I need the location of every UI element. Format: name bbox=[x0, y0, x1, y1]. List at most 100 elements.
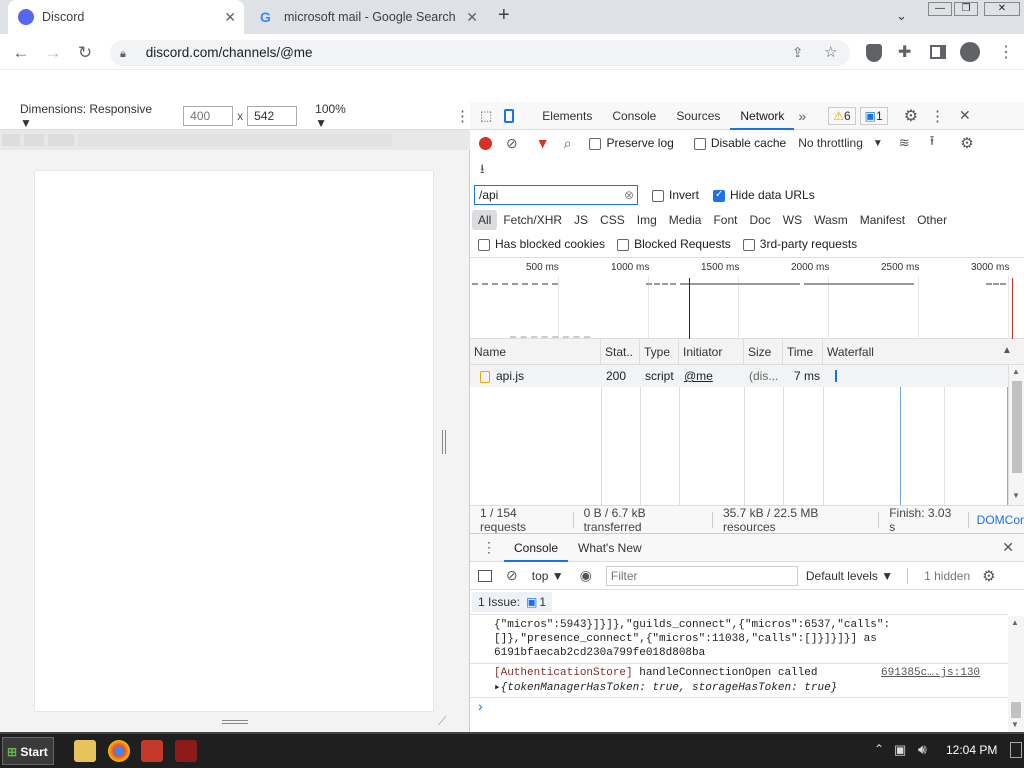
side-panel-icon[interactable] bbox=[930, 45, 946, 59]
network-icon[interactable]: ▣ bbox=[894, 742, 906, 758]
search-icon[interactable]: ⌕ bbox=[564, 135, 572, 152]
minimize-button[interactable]: — bbox=[928, 2, 952, 16]
restore-button[interactable]: ❐ bbox=[954, 2, 978, 16]
zoom-select[interactable]: 100% ▼ bbox=[315, 102, 361, 130]
drawer-tab-whats-new[interactable]: What's New bbox=[568, 534, 652, 562]
tab-discord[interactable]: Discord ✕ bbox=[8, 0, 244, 34]
profile-avatar-icon[interactable] bbox=[960, 42, 980, 62]
device-toolbar-icon[interactable] bbox=[504, 108, 515, 123]
drawer-menu-icon[interactable]: ⋮ bbox=[482, 539, 496, 556]
dimensions-select[interactable]: Dimensions: Responsive ▼ bbox=[20, 102, 167, 130]
tab-network[interactable]: Network bbox=[730, 102, 795, 130]
throttling-select[interactable]: No throttling bbox=[798, 136, 863, 150]
filter-media[interactable]: Media bbox=[663, 210, 708, 230]
tab-console[interactable]: Console bbox=[602, 102, 666, 130]
issues-button[interactable]: 1 Issue: ▣ 1 bbox=[472, 592, 553, 612]
inspect-element-icon[interactable]: ⬚ bbox=[480, 108, 492, 124]
bookmark-star-icon[interactable]: ☆ bbox=[824, 40, 837, 66]
filter-doc[interactable]: Doc bbox=[743, 210, 776, 230]
warnings-badge[interactable]: ⚠6 bbox=[828, 106, 856, 125]
filter-manifest[interactable]: Manifest bbox=[854, 210, 911, 230]
resize-handle-right[interactable] bbox=[442, 430, 446, 454]
record-icon[interactable] bbox=[479, 136, 492, 150]
sort-up-icon[interactable]: ▲ bbox=[1002, 345, 1012, 356]
messages-badge[interactable]: ▣1 bbox=[859, 106, 888, 125]
file-explorer-icon[interactable] bbox=[74, 740, 96, 762]
close-icon[interactable]: ✕ bbox=[224, 9, 236, 26]
emulation-more-icon[interactable]: ⋮ bbox=[455, 107, 470, 125]
width-input[interactable] bbox=[183, 105, 234, 126]
invert-checkbox[interactable]: Invert bbox=[652, 188, 699, 202]
tab-elements[interactable]: Elements bbox=[532, 102, 602, 130]
back-icon[interactable]: ← bbox=[8, 40, 34, 66]
more-tabs-icon[interactable]: » bbox=[798, 108, 806, 124]
clear-console-icon[interactable]: ⊘ bbox=[506, 567, 518, 584]
menu-kebab-icon[interactable]: ⋮ bbox=[998, 42, 1014, 62]
network-settings-icon[interactable]: ⚙ bbox=[960, 134, 973, 152]
settings-gear-icon[interactable]: ⚙ bbox=[904, 106, 918, 126]
preserve-log-checkbox[interactable]: Preserve log bbox=[589, 136, 674, 150]
hide-data-urls-checkbox[interactable]: Hide data URLs bbox=[713, 188, 815, 202]
show-hidden-icons-icon[interactable]: ⌃ bbox=[874, 742, 884, 756]
col-status[interactable]: Stat.. bbox=[601, 339, 640, 365]
console-scrollbar[interactable]: ▲ ▼ bbox=[1008, 616, 1024, 732]
context-select[interactable]: top ▼ bbox=[532, 569, 564, 583]
filter-fetch-xhr[interactable]: Fetch/XHR bbox=[497, 210, 568, 230]
volume-icon[interactable]: 🔊︎ bbox=[918, 741, 927, 758]
filter-img[interactable]: Img bbox=[631, 210, 663, 230]
console-settings-icon[interactable]: ⚙ bbox=[982, 567, 995, 585]
filter-wasm[interactable]: Wasm bbox=[808, 210, 854, 230]
drawer-close-icon[interactable]: ✕ bbox=[1002, 539, 1014, 556]
filter-font[interactable]: Font bbox=[707, 210, 743, 230]
resize-corner-icon[interactable]: ⟋ bbox=[438, 714, 446, 729]
devtools-close-icon[interactable]: ✕ bbox=[959, 107, 971, 124]
ublock-icon[interactable] bbox=[866, 44, 882, 62]
app-icon[interactable] bbox=[175, 740, 197, 762]
request-name[interactable]: api.js bbox=[476, 365, 524, 387]
chrome-icon[interactable] bbox=[108, 740, 130, 762]
chevron-down-icon[interactable]: ▼ bbox=[873, 138, 883, 149]
new-tab-button[interactable]: + bbox=[498, 4, 510, 27]
tab-sources[interactable]: Sources bbox=[666, 102, 730, 130]
console-filter-input[interactable] bbox=[605, 565, 798, 586]
network-overview-timeline[interactable]: 500 ms 1000 ms 1500 ms 2000 ms 2500 ms 3… bbox=[470, 257, 1024, 340]
height-input[interactable] bbox=[247, 105, 298, 126]
emulated-viewport[interactable] bbox=[34, 170, 434, 712]
filter-all[interactable]: All bbox=[472, 210, 498, 230]
table-scrollbar[interactable]: ▲ ▼ bbox=[1008, 365, 1024, 505]
col-waterfall[interactable]: Waterfall bbox=[823, 339, 1024, 365]
disable-cache-checkbox[interactable]: Disable cache bbox=[693, 136, 786, 150]
share-icon[interactable]: ⇪ bbox=[792, 40, 803, 66]
request-initiator-link[interactable]: @me bbox=[680, 365, 713, 387]
col-size[interactable]: Size bbox=[744, 339, 783, 365]
col-type[interactable]: Type bbox=[640, 339, 679, 365]
network-conditions-icon[interactable]: ≋ bbox=[899, 135, 910, 151]
sidebar-toggle-icon[interactable] bbox=[478, 569, 492, 582]
reload-icon[interactable]: ↻ bbox=[72, 40, 98, 66]
forward-icon[interactable]: → bbox=[40, 40, 66, 66]
log-source-link[interactable]: 691385c….js:130 bbox=[881, 666, 980, 681]
live-expression-eye-icon[interactable]: ◉ bbox=[580, 567, 592, 584]
third-party-requests-checkbox[interactable]: 3rd-party requests bbox=[742, 237, 857, 251]
console-prompt[interactable]: › bbox=[478, 698, 483, 714]
resize-handle-bottom[interactable] bbox=[222, 720, 248, 724]
app-icon[interactable] bbox=[141, 740, 163, 762]
blocked-requests-checkbox[interactable]: Blocked Requests bbox=[617, 237, 731, 251]
import-har-icon[interactable]: ⭱ bbox=[930, 132, 935, 154]
has-blocked-cookies-checkbox[interactable]: Has blocked cookies bbox=[478, 237, 605, 251]
log-levels-select[interactable]: Default levels ▼ bbox=[806, 569, 893, 583]
show-desktop-button[interactable] bbox=[1010, 742, 1022, 758]
tab-google-search[interactable]: G microsoft mail - Google Search ✕ bbox=[250, 0, 486, 34]
close-icon[interactable]: ✕ bbox=[466, 9, 478, 26]
clear-icon[interactable]: ⊘ bbox=[506, 135, 518, 152]
table-row[interactable] bbox=[470, 365, 1008, 387]
filter-icon[interactable]: ▼ bbox=[536, 135, 550, 151]
col-name[interactable]: Name bbox=[470, 339, 601, 365]
tab-search-icon[interactable]: ⌄ bbox=[896, 8, 907, 24]
col-initiator[interactable]: Initiator bbox=[679, 339, 744, 365]
address-bar[interactable]: 🔒︎ discord.com/channels/@me ⇪ ☆ bbox=[110, 40, 850, 66]
extensions-icon[interactable]: ✚ bbox=[898, 42, 911, 62]
filter-js[interactable]: JS bbox=[568, 210, 594, 230]
window-close-button[interactable]: ✕ bbox=[984, 2, 1020, 16]
clear-filter-icon[interactable]: ⊗ bbox=[624, 188, 634, 202]
